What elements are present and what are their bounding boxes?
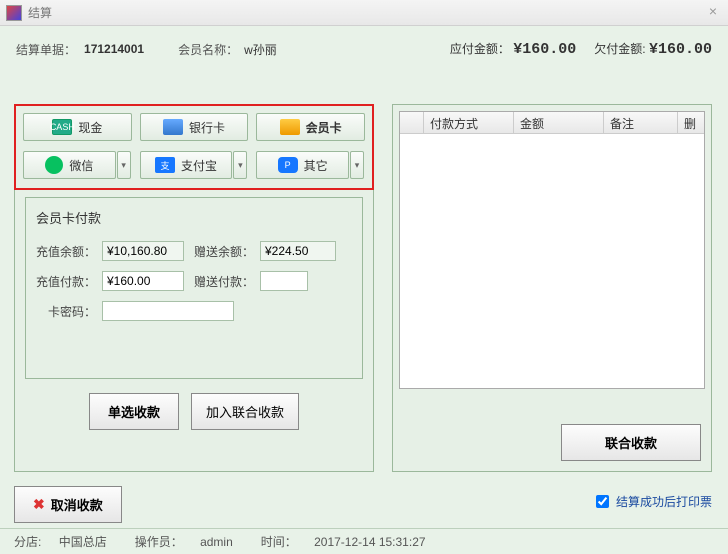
wechat-dropdown[interactable] (117, 151, 131, 179)
time-value: 2017-12-14 15:31:27 (314, 535, 425, 549)
pay-member-button[interactable]: 会员卡 (256, 113, 365, 141)
join-combine-button[interactable]: 加入联合收款 (191, 393, 299, 430)
other-icon: P (278, 157, 298, 173)
pay-cash-label: 现金 (78, 119, 102, 136)
wechat-icon (45, 156, 63, 174)
store-label: 分店: (14, 535, 41, 549)
operator-value: admin (200, 535, 233, 549)
titlebar: 结算 × (0, 0, 728, 26)
due-amount: ¥160.00 (513, 41, 576, 58)
close-icon[interactable]: × (704, 4, 722, 20)
alipay-dropdown[interactable] (233, 151, 247, 179)
print-label: 结算成功后打印票 (616, 493, 712, 510)
payments-grid[interactable]: 付款方式 金额 备注 删 (399, 111, 705, 389)
bank-icon (163, 119, 183, 135)
grid-col-blank (400, 112, 424, 133)
right-panel: 付款方式 金额 备注 删 联合收款 (392, 104, 712, 472)
cash-icon: CASH (52, 119, 72, 135)
pay-other-label: 其它 (304, 157, 328, 174)
form-title: 会员卡付款 (36, 208, 352, 227)
cancel-icon: ✖ (33, 496, 45, 513)
grid-col-delete: 删 (678, 112, 704, 133)
recharge-pay-label: 充值付款： (36, 273, 96, 290)
left-panel: CASH 现金 银行卡 会员卡 微信 支 支付宝 P (14, 104, 374, 472)
pay-other-button[interactable]: P 其它 (256, 151, 349, 179)
card-pwd-label: 卡密码： (36, 303, 96, 320)
window-title: 结算 (28, 4, 52, 21)
member-label: 会员名称： (178, 41, 238, 58)
owed-label: 欠付金额: (594, 42, 645, 56)
cancel-label: 取消收款 (51, 495, 103, 514)
grid-header: 付款方式 金额 备注 删 (400, 112, 704, 134)
single-collect-button[interactable]: 单选收款 (89, 393, 179, 430)
grid-col-method: 付款方式 (424, 112, 514, 133)
card-pwd-field[interactable] (102, 301, 234, 321)
member-icon (280, 119, 300, 135)
gift-pay-label: 赠送付款： (190, 273, 254, 290)
gift-balance-field (260, 241, 336, 261)
pay-wechat-label: 微信 (69, 157, 93, 174)
member-name: w孙丽 (244, 41, 277, 58)
cancel-collect-button[interactable]: ✖ 取消收款 (14, 486, 122, 523)
recharge-balance-field (102, 241, 184, 261)
app-icon (6, 5, 22, 21)
store-value: 中国总店 (59, 535, 107, 549)
time-label: 时间： (261, 535, 297, 549)
grid-col-remark: 备注 (604, 112, 678, 133)
gift-balance-label: 赠送余额： (190, 243, 254, 260)
pay-bank-label: 银行卡 (189, 119, 225, 136)
header: 结算单据： 171214001 会员名称： w孙丽 应付金额： ¥160.00 … (0, 26, 728, 68)
other-dropdown[interactable] (350, 151, 364, 179)
order-no: 171214001 (84, 42, 144, 56)
recharge-pay-field[interactable] (102, 271, 184, 291)
pay-wechat-button[interactable]: 微信 (23, 151, 116, 179)
grid-col-amount: 金额 (514, 112, 604, 133)
member-pay-form: 会员卡付款 充值余额： 赠送余额： 充值付款： 赠送付款： 卡密码： (25, 197, 363, 379)
print-after-checkbox[interactable]: 结算成功后打印票 (592, 492, 712, 511)
print-checkbox-input[interactable] (596, 495, 609, 508)
pay-alipay-button[interactable]: 支 支付宝 (140, 151, 233, 179)
combine-collect-button[interactable]: 联合收款 (561, 424, 701, 461)
pay-bank-button[interactable]: 银行卡 (140, 113, 249, 141)
gift-pay-field[interactable] (260, 271, 308, 291)
pay-cash-button[interactable]: CASH 现金 (23, 113, 132, 141)
operator-label: 操作员： (135, 535, 183, 549)
statusbar: 分店: 中国总店 操作员： admin 时间： 2017-12-14 15:31… (0, 528, 728, 554)
recharge-balance-label: 充值余额： (36, 243, 96, 260)
pay-alipay-label: 支付宝 (181, 157, 217, 174)
order-label: 结算单据： (16, 41, 76, 58)
owed-amount: ¥160.00 (649, 41, 712, 58)
pay-member-label: 会员卡 (306, 119, 342, 136)
alipay-icon: 支 (155, 157, 175, 173)
due-label: 应付金额： (450, 42, 510, 56)
